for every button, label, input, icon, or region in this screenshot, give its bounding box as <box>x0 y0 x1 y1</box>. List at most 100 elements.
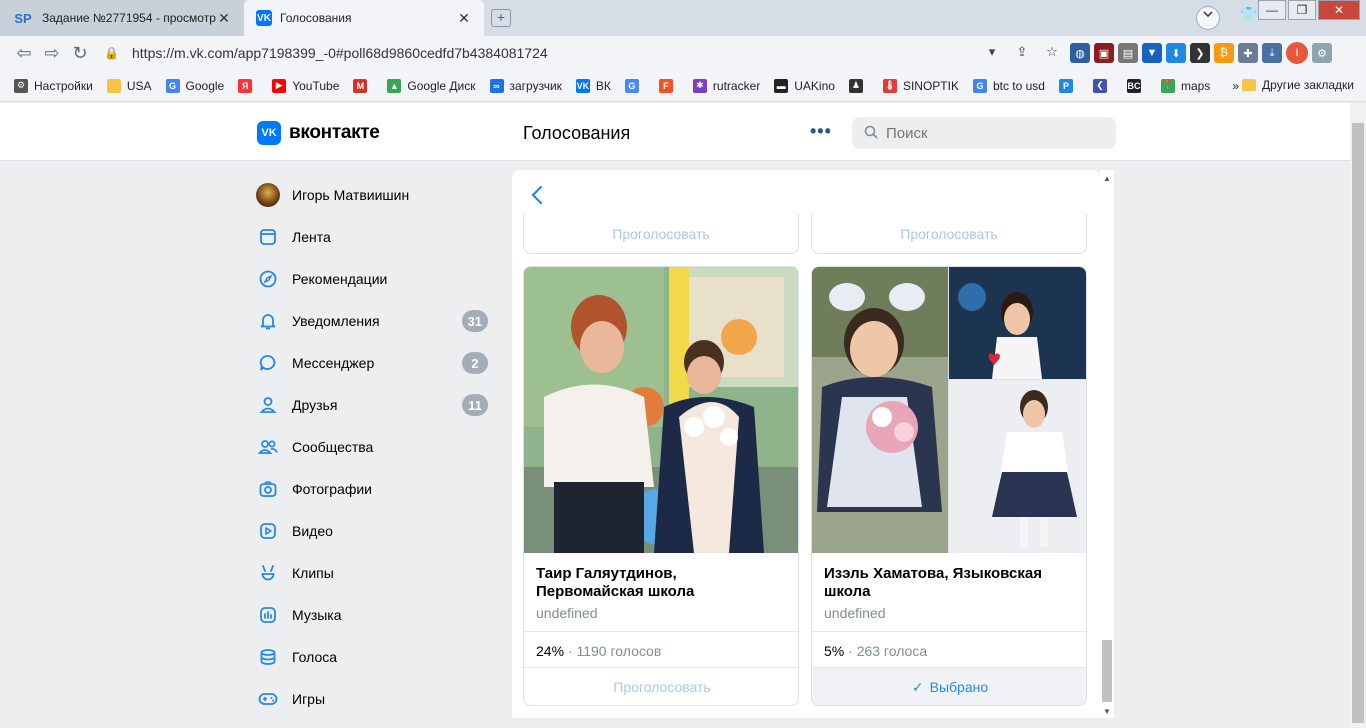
bookmarks-more-button[interactable]: » <box>1232 79 1239 93</box>
bookmark-item[interactable]: ♟ <box>848 78 869 93</box>
page-scrollbar[interactable] <box>1350 103 1366 728</box>
downloads-icon[interactable]: ⤓ <box>1262 43 1282 63</box>
forward-arrow-icon[interactable]: ⇨ <box>38 39 66 67</box>
bookmark-item[interactable]: VK ВК <box>575 78 611 93</box>
menu-item[interactable]: Уведомления 31 <box>254 300 494 342</box>
scroll-up-icon[interactable]: ▲ <box>1103 174 1111 183</box>
vote-count: 1190 голосов <box>576 643 662 659</box>
menu-item[interactable]: Игры <box>254 678 494 720</box>
profile-link[interactable]: Игорь Матвиишин <box>254 174 494 216</box>
menu-item[interactable]: Видео <box>254 510 494 552</box>
dropdown-icon[interactable]: ▾ <box>982 42 1002 62</box>
bookmark-item[interactable]: USA <box>106 78 152 93</box>
search-icon <box>864 125 878 142</box>
menu-item[interactable]: Рекомендации <box>254 258 494 300</box>
maximize-icon[interactable]: ❐ <box>1288 0 1316 20</box>
search-input[interactable] <box>886 124 1106 142</box>
back-arrow-icon[interactable]: ⇦ <box>10 39 38 67</box>
bookmark-item[interactable]: ▶ YouTube <box>272 78 339 93</box>
shirt-icon[interactable]: 👕 <box>1240 6 1257 23</box>
search-box[interactable] <box>852 117 1116 149</box>
vote-button[interactable]: Проголосовать <box>523 214 799 254</box>
bookmark-label: maps <box>1180 78 1211 93</box>
bookmark-item[interactable]: G Google <box>165 78 225 93</box>
menu-item-label: Рекомендации <box>292 271 388 287</box>
bookmark-item[interactable]: ❮ <box>1092 78 1113 93</box>
browser-profile-button[interactable] <box>1196 6 1220 30</box>
content-scrollbar[interactable]: ▲ ▼ <box>1100 170 1114 718</box>
bookmark-label: ВК <box>595 78 611 93</box>
puzzle-icon[interactable]: ✚ <box>1238 43 1258 63</box>
menu-item[interactable]: Фотографии <box>254 468 494 510</box>
url-text: https://m.vk.com/app7198399_-0#poll68d98… <box>132 45 548 61</box>
candidate-card: Таир Галяутдинов, Первомайская школа und… <box>523 266 799 706</box>
scrollbar-thumb[interactable] <box>1102 640 1112 702</box>
tab-title: Задание №2771954 - просмотр з <box>42 11 216 25</box>
settings-icon[interactable]: ⚙ <box>1312 43 1332 63</box>
briefcase-extension-icon[interactable]: ▤ <box>1118 43 1138 63</box>
bookmark-item[interactable]: M <box>353 78 373 93</box>
menu-item-label: Музыка <box>292 607 342 623</box>
bookmark-favicon-icon: ▶ <box>272 78 287 93</box>
bookmark-item[interactable]: ∞ загрузчик <box>489 78 562 93</box>
bookmark-item[interactable]: Gbtc to usd <box>972 78 1045 93</box>
selected-button[interactable]: ✓ Выбрано <box>812 668 1086 705</box>
menu-item-label: Клипы <box>292 565 334 581</box>
menu-item[interactable]: Музыка <box>254 594 494 636</box>
vk-logo[interactable]: VK вконтакте <box>257 121 380 145</box>
candidate-name: Изэль Хаматова, Языковская школа <box>824 565 1042 600</box>
more-options-icon[interactable]: ••• <box>810 121 832 142</box>
menu-item[interactable]: Голоса <box>254 636 494 678</box>
back-chevron-icon[interactable] <box>530 184 544 212</box>
menu-item[interactable]: Сообщества <box>254 426 494 468</box>
vote-button[interactable]: Проголосовать <box>811 214 1087 254</box>
bookmark-label: Google <box>185 78 225 93</box>
bookmark-item[interactable]: ⚙ Настройки <box>14 78 93 93</box>
avatar <box>256 183 280 207</box>
reload-icon[interactable]: ↻ <box>66 39 94 67</box>
extension-icon[interactable]: ▣ <box>1094 43 1114 63</box>
scrollbar-thumb[interactable] <box>1352 123 1364 723</box>
browser-tab-polls[interactable]: VK Голосования ✕ <box>244 0 484 36</box>
minimize-icon[interactable]: — <box>1258 0 1286 20</box>
tab-close-icon[interactable]: ✕ <box>216 10 232 27</box>
bookmark-item[interactable]: ✱ rutracker <box>692 78 760 93</box>
poll-content: Проголосовать Проголосовать Таир Галяутд… <box>512 170 1100 718</box>
user-name: Игорь Матвиишин <box>292 187 410 203</box>
other-bookmarks-folder[interactable]: Другие закладки <box>1242 78 1354 92</box>
divider <box>524 631 798 632</box>
globe-extension-icon[interactable]: ◍ <box>1070 43 1090 63</box>
compass-icon <box>256 267 280 291</box>
bookmark-item[interactable]: ▲ Google Диск <box>387 78 476 93</box>
menu-item[interactable]: Клипы <box>254 552 494 594</box>
menu-item[interactable]: Друзья 11 <box>254 384 494 426</box>
bookmark-favicon-icon: VK <box>575 78 590 93</box>
bookmark-item[interactable]: Я <box>238 78 258 93</box>
menu-item-label: Видео <box>292 523 333 539</box>
bookmark-item[interactable]: 📍 maps <box>1160 78 1211 93</box>
candidate-card: ♥ Изэль Хаматова, Языковская школа undef… <box>811 266 1087 706</box>
download-extension-icon[interactable]: ⬇ <box>1166 43 1186 63</box>
bookmark-star-icon[interactable]: ☆ <box>1042 42 1062 62</box>
window-close-icon[interactable]: ✕ <box>1318 0 1360 20</box>
url-field[interactable]: 🔒 https://m.vk.com/app7198399_-0#poll68d… <box>104 40 1054 66</box>
bookmark-item[interactable]: 🌡 SINOPTIK <box>882 78 959 93</box>
bookmark-item[interactable]: G <box>624 78 645 93</box>
bitcoin-extension-icon[interactable]: ₿ <box>1214 43 1234 63</box>
bookmark-item[interactable]: ▬ UAKino <box>774 78 835 93</box>
account-avatar-icon[interactable]: I <box>1286 42 1308 64</box>
terminal-extension-icon[interactable]: ❯ <box>1190 43 1210 63</box>
bookmark-item[interactable]: BC <box>1126 78 1147 93</box>
vote-button[interactable]: Проголосовать <box>524 668 798 705</box>
bookmark-item[interactable]: F <box>658 78 679 93</box>
tab-close-icon[interactable]: ✕ <box>456 10 472 27</box>
vpn-extension-icon[interactable]: ▼ <box>1142 43 1162 63</box>
bookmark-favicon-icon: G <box>165 78 180 93</box>
browser-tab-task[interactable]: SP Задание №2771954 - просмотр з ✕ <box>0 0 244 36</box>
bookmark-item[interactable]: P <box>1058 78 1079 93</box>
new-tab-button[interactable]: + <box>491 9 511 27</box>
menu-item[interactable]: Мессенджер 2 <box>254 342 494 384</box>
menu-item[interactable]: Лента <box>254 216 494 258</box>
share-icon[interactable]: ⇪ <box>1012 42 1032 62</box>
scroll-down-icon[interactable]: ▼ <box>1103 707 1111 716</box>
